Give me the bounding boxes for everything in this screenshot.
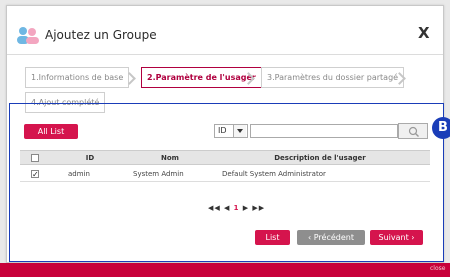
- step-label: 2.Paramètre de l'usager: [147, 73, 256, 82]
- dialog-header: Ajoutez un Groupe X: [7, 6, 443, 50]
- cell-id: admin: [68, 170, 90, 178]
- step-shared-folder[interactable]: 3.Paramètres du dossier partagé: [261, 67, 405, 88]
- row-select-cell: [20, 167, 50, 182]
- last-page-button[interactable]: ▶▶: [252, 204, 265, 212]
- step-label: 1.Informations de base: [31, 73, 124, 82]
- column-header-id[interactable]: ID: [50, 151, 130, 164]
- row-checkbox[interactable]: [31, 168, 39, 182]
- search-icon: [408, 126, 419, 137]
- table-header: ID Nom Description de l'usager: [20, 150, 430, 165]
- annotation-badge: B: [432, 117, 450, 139]
- step-label: 3.Paramètres du dossier partagé: [267, 73, 399, 82]
- list-button[interactable]: List: [255, 230, 290, 245]
- prev-page-button[interactable]: ◀: [224, 204, 230, 212]
- previous-button[interactable]: ‹ Précédent: [297, 230, 365, 245]
- next-page-button[interactable]: ▶: [243, 204, 249, 212]
- footer-close-link[interactable]: close: [430, 265, 445, 272]
- column-header-name[interactable]: Nom: [130, 151, 210, 164]
- pagination: ◀◀ ◀ 1 ▶ ▶▶: [208, 204, 265, 212]
- select-all-cell: [20, 151, 50, 164]
- column-header-description[interactable]: Description de l'usager: [210, 151, 430, 164]
- chevron-down-icon[interactable]: [233, 125, 246, 137]
- close-button[interactable]: X: [418, 24, 430, 42]
- search-input[interactable]: [250, 124, 398, 138]
- select-all-checkbox[interactable]: [31, 154, 39, 162]
- cell-name: System Admin: [133, 170, 184, 178]
- first-page-button[interactable]: ◀◀: [208, 204, 221, 212]
- header-divider: [7, 54, 443, 55]
- users-group-icon: [17, 27, 39, 44]
- footer-bar: [0, 263, 450, 277]
- next-button[interactable]: Suivant ›: [370, 230, 423, 245]
- search-button[interactable]: [398, 123, 428, 139]
- dialog-title: Ajoutez un Groupe: [45, 28, 157, 42]
- table-row[interactable]: admin System Admin Default System Admini…: [20, 167, 430, 182]
- cell-description: Default System Administrator: [222, 170, 326, 178]
- search-field-value: ID: [218, 126, 227, 135]
- step-basic-info[interactable]: 1.Informations de base: [25, 67, 130, 88]
- all-list-button[interactable]: All List: [24, 124, 78, 139]
- current-page[interactable]: 1: [234, 204, 240, 212]
